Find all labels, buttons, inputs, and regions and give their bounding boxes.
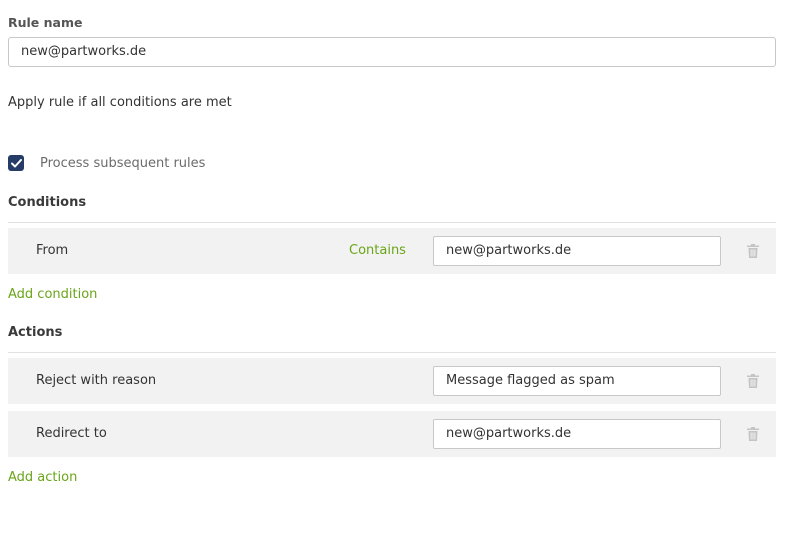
rule-name-input[interactable]: new@partworks.de — [8, 37, 776, 67]
process-subsequent-checkbox[interactable] — [8, 155, 24, 171]
trash-icon[interactable] — [747, 374, 759, 388]
actions-title: Actions — [8, 325, 63, 340]
action-value-input[interactable]: new@partworks.de — [433, 419, 721, 449]
condition-row: From Contains new@partworks.de — [8, 228, 776, 274]
action-type[interactable]: Reject with reason — [36, 373, 156, 388]
add-condition-link[interactable]: Add condition — [8, 287, 97, 302]
process-subsequent-label: Process subsequent rules — [40, 155, 206, 171]
action-row: Reject with reason Message flagged as sp… — [8, 358, 776, 404]
add-action-link[interactable]: Add action — [8, 470, 77, 485]
process-subsequent-row[interactable]: Process subsequent rules — [8, 155, 205, 171]
apply-rule-text: Apply rule if all conditions are met — [8, 95, 232, 110]
rule-name-label: Rule name — [8, 15, 83, 30]
trash-icon[interactable] — [747, 427, 759, 441]
condition-value-input[interactable]: new@partworks.de — [433, 236, 721, 266]
actions-divider — [8, 352, 776, 353]
check-icon — [10, 158, 22, 167]
condition-operator[interactable]: Contains — [349, 243, 406, 258]
action-value-input[interactable]: Message flagged as spam — [433, 366, 721, 396]
condition-field[interactable]: From — [36, 243, 68, 258]
action-row: Redirect to new@partworks.de — [8, 411, 776, 457]
action-type[interactable]: Redirect to — [36, 426, 107, 441]
conditions-title: Conditions — [8, 195, 87, 210]
conditions-divider — [8, 222, 776, 223]
trash-icon[interactable] — [747, 244, 759, 258]
